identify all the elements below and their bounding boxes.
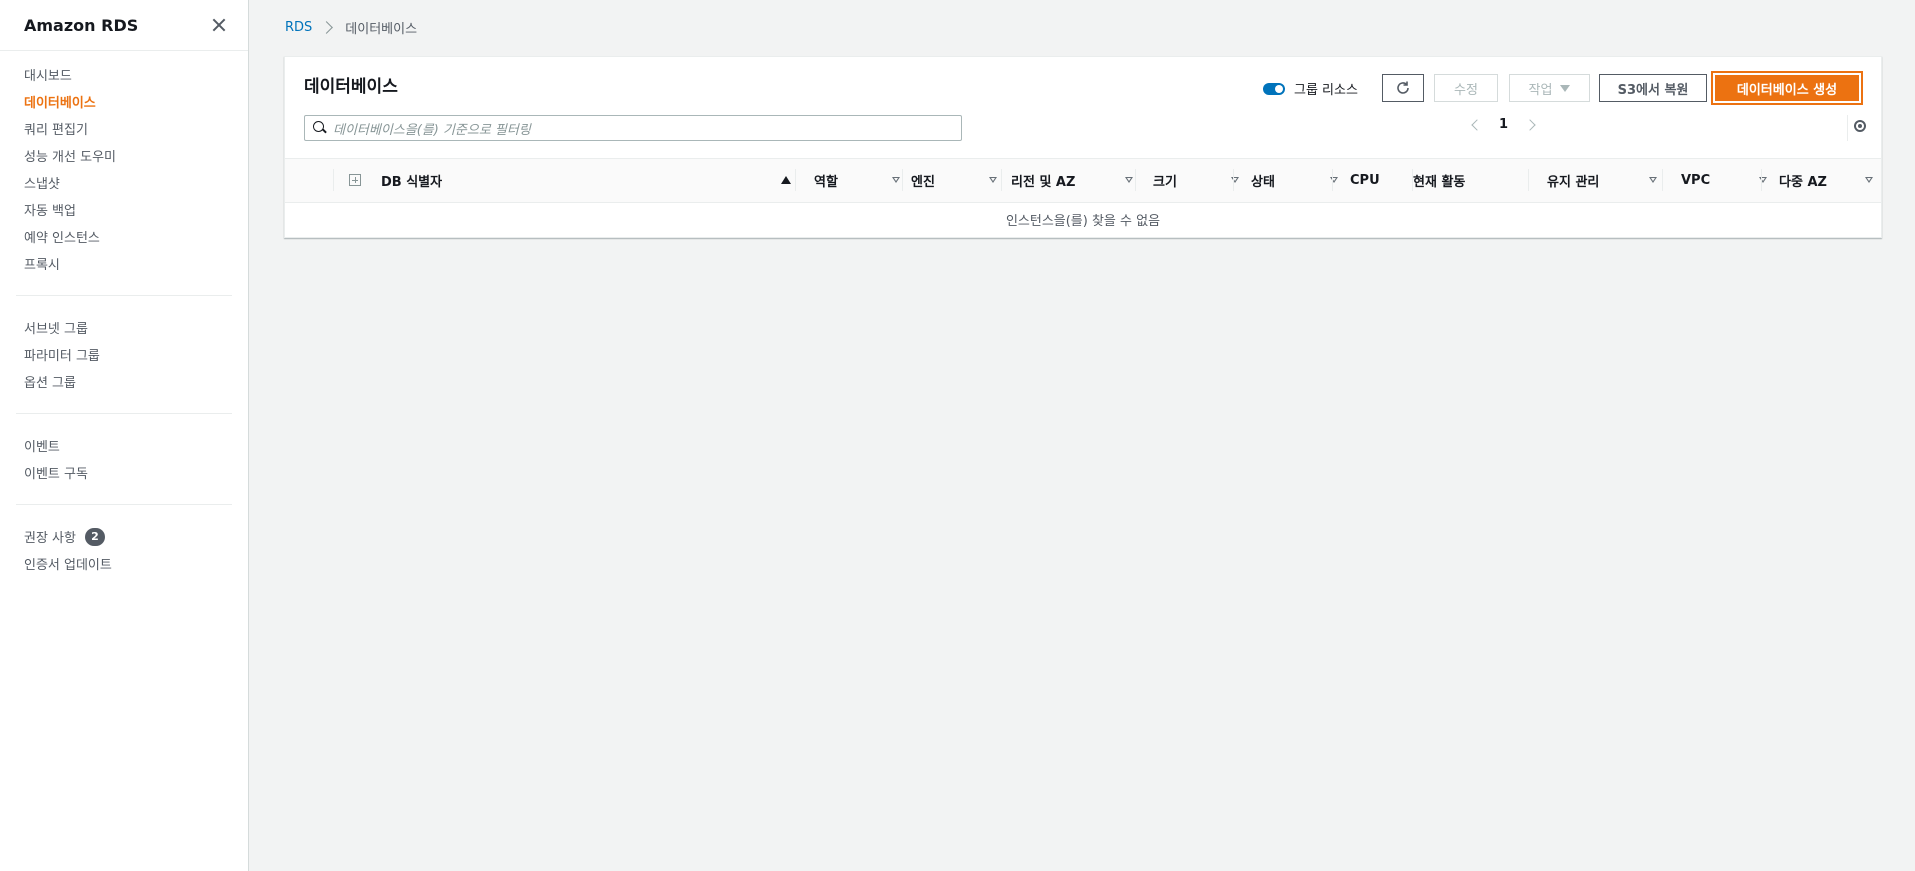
sidebar-header: Amazon RDS [0,0,248,51]
sidebar-item-performance-insights[interactable]: 성능 개선 도우미 [0,142,248,169]
column-divider [1761,169,1762,191]
breadcrumb: RDS 데이터베이스 [285,18,417,37]
column-label: 다중 AZ [1779,175,1827,190]
breadcrumb-rds-link[interactable]: RDS [285,20,312,35]
nav-group-other: 권장 사항 2 인증서 업데이트 [0,513,248,587]
modify-button[interactable]: 수정 [1434,74,1498,102]
current-page-number[interactable]: 1 [1499,117,1508,132]
refresh-icon [1397,81,1409,94]
column-header-maintenance[interactable]: 유지 관리 [1547,159,1665,202]
sidebar-item-proxies[interactable]: 프록시 [0,250,248,277]
nav-group-main: 대시보드 데이터베이스 쿼리 편집기 성능 개선 도우미 스냅샷 자동 백업 예… [0,51,248,287]
search-input[interactable]: 데이터베이스을(를) 기준으로 필터링 [304,115,962,141]
actions-dropdown[interactable]: 작업 [1509,74,1590,102]
create-database-button[interactable]: 데이터베이스 생성 [1711,71,1863,105]
column-header-current-activity[interactable]: 현재 활동 [1413,159,1528,202]
column-label: VPC [1681,173,1711,188]
sidebar-item-dashboard[interactable]: 대시보드 [0,61,248,88]
sidebar-item-recommendations[interactable]: 권장 사항 2 [0,523,248,550]
sort-icon [892,177,900,183]
nav-divider [16,295,232,296]
expand-all-icon[interactable] [349,174,361,186]
sort-ascending-icon [781,176,791,184]
empty-table-message: 인스턴스을(를) 찾을 수 없음 [1005,213,1161,229]
sidebar: Amazon RDS 대시보드 데이터베이스 쿼리 편집기 성능 개선 도우미 … [0,0,249,871]
column-header-role[interactable]: 역할 [814,159,908,202]
caret-down-icon [1560,84,1571,92]
chevron-right-icon [320,21,334,34]
sidebar-item-snapshots[interactable]: 스냅샷 [0,169,248,196]
pager-divider [1847,115,1848,141]
table-header: DB 식별자 역할 엔진 리전 및 AZ 크기 상태 CPU 현재 활동 유지 … [285,158,1881,203]
column-label: DB 식별자 [381,175,443,190]
sidebar-title: Amazon RDS [24,15,139,35]
nav-group-events: 이벤트 이벤트 구독 [0,422,248,496]
search-icon [313,121,324,132]
column-label: 유지 관리 [1547,175,1600,190]
nav-group-groups: 서브넷 그룹 파라미터 그룹 옵션 그룹 [0,304,248,405]
column-label: 상태 [1251,175,1275,190]
column-divider [1528,169,1529,191]
gear-icon[interactable] [1854,120,1866,132]
column-divider [1233,169,1234,191]
sidebar-item-events[interactable]: 이벤트 [0,432,248,459]
column-divider [902,169,903,191]
chevron-right-icon[interactable] [1524,118,1536,131]
column-label: 엔진 [911,175,935,190]
column-header-engine[interactable]: 엔진 [911,159,1005,202]
panel-title: 데이터베이스 [304,77,398,97]
sort-icon [1865,177,1873,183]
column-header-multi-az[interactable]: 다중 AZ [1779,159,1881,202]
sidebar-item-query-editor[interactable]: 쿼리 편집기 [0,115,248,142]
column-divider [1001,169,1002,191]
column-divider [795,169,796,191]
sort-icon [1649,177,1657,183]
toggle-switch-icon[interactable] [1263,82,1285,95]
chevron-left-icon[interactable] [1471,118,1483,131]
column-label: 크기 [1153,175,1177,190]
restore-from-s3-button[interactable]: S3에서 복원 [1599,74,1707,102]
column-divider [1662,169,1663,191]
pagination: 1 [1471,117,1536,132]
sort-icon [1125,177,1133,183]
actions-label: 작업 [1528,82,1553,98]
close-icon[interactable] [210,16,228,34]
sidebar-item-option-groups[interactable]: 옵션 그룹 [0,368,248,395]
column-label: CPU [1350,173,1380,188]
column-header-cpu[interactable]: CPU [1350,159,1420,202]
breadcrumb-current: 데이터베이스 [345,22,418,37]
column-label: 역할 [814,175,838,190]
column-divider [1135,169,1136,191]
nav-divider [16,504,232,505]
sidebar-item-reserved-instances[interactable]: 예약 인스턴스 [0,223,248,250]
sidebar-item-event-subscriptions[interactable]: 이벤트 구독 [0,459,248,486]
sidebar-item-label: 권장 사항 [24,531,76,546]
column-header-region-az[interactable]: 리전 및 AZ [1011,159,1141,202]
column-divider [333,169,334,191]
sidebar-item-automated-backups[interactable]: 자동 백업 [0,196,248,223]
recommendations-count-badge: 2 [84,527,105,546]
column-label: 현재 활동 [1413,175,1466,190]
group-resources-label: 그룹 리소스 [1294,83,1358,98]
column-label: 리전 및 AZ [1011,175,1076,190]
refresh-button[interactable] [1382,74,1424,102]
column-header-db-identifier[interactable]: DB 식별자 [381,159,809,202]
nav-divider [16,413,232,414]
sidebar-item-certificate-update[interactable]: 인증서 업데이트 [0,550,248,577]
databases-panel: 데이터베이스 그룹 리소스 수정 작업 S3에서 복원 데이터베이스 생성 데이… [284,56,1882,238]
sort-icon [989,177,997,183]
column-divider [1332,169,1333,191]
group-resources-toggle[interactable]: 그룹 리소스 [1263,79,1358,98]
sidebar-item-parameter-groups[interactable]: 파라미터 그룹 [0,341,248,368]
sidebar-item-subnet-groups[interactable]: 서브넷 그룹 [0,314,248,341]
sidebar-item-databases[interactable]: 데이터베이스 [0,88,248,115]
